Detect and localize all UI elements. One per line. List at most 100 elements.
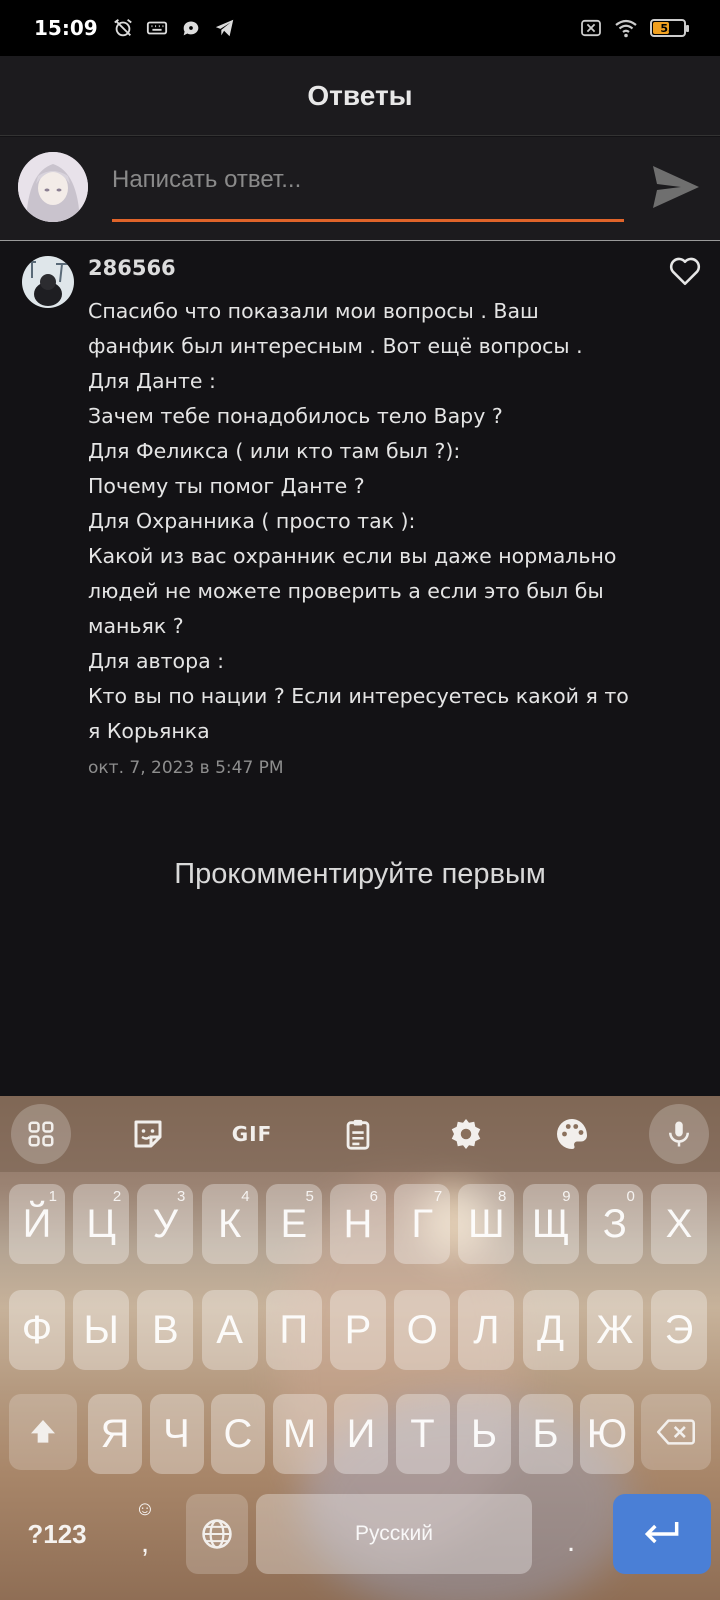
key-label: С xyxy=(223,1411,253,1456)
key-label: Х xyxy=(665,1201,693,1246)
letter-key[interactable]: М xyxy=(272,1394,327,1474)
comment-line: людей не можете проверить а если это был… xyxy=(88,579,604,603)
letter-key[interactable]: Ь xyxy=(457,1394,511,1474)
status-right: 53 xyxy=(580,18,689,38)
key-label: Ц xyxy=(86,1201,116,1246)
input-underline xyxy=(112,219,624,222)
key-label: М xyxy=(282,1411,317,1456)
key-label: У xyxy=(152,1201,179,1246)
comment-line: я Корьянка xyxy=(88,719,210,743)
letter-key[interactable]: Ж xyxy=(586,1290,643,1370)
comment-line: Кто вы по нации ? Если интересуетесь как… xyxy=(88,684,629,708)
key-number-hint: 4 xyxy=(241,1188,250,1205)
letter-key[interactable]: Б xyxy=(518,1394,573,1474)
letter-key[interactable]: И xyxy=(334,1394,388,1474)
symbols-key[interactable]: ?123 xyxy=(10,1494,104,1574)
apps-grid-icon xyxy=(28,1121,54,1147)
gif-button[interactable]: GIF xyxy=(222,1104,282,1164)
alarm-off-icon xyxy=(113,19,132,37)
globe-icon xyxy=(202,1519,232,1549)
letter-key[interactable]: Щ9 xyxy=(522,1184,579,1264)
letter-key[interactable]: П xyxy=(265,1290,322,1370)
key-label: З xyxy=(602,1201,627,1246)
letter-key[interactable]: К4 xyxy=(201,1184,258,1264)
comment-line: Для Феликса ( или кто там был ?): xyxy=(88,439,461,463)
shift-key[interactable] xyxy=(9,1394,77,1470)
enter-icon xyxy=(644,1522,679,1544)
letter-key[interactable]: З0 xyxy=(586,1184,643,1264)
key-number-hint: 6 xyxy=(369,1188,378,1205)
key-label: В xyxy=(152,1307,179,1352)
letter-key[interactable]: В xyxy=(137,1290,194,1370)
letter-key[interactable]: Т xyxy=(395,1394,450,1474)
letter-key[interactable]: Г7 xyxy=(394,1184,451,1264)
letter-key[interactable]: У3 xyxy=(137,1184,194,1264)
letter-key[interactable]: Н6 xyxy=(330,1184,386,1264)
letter-key[interactable]: Я xyxy=(88,1394,142,1474)
settings-icon xyxy=(451,1119,481,1149)
key-label: Р xyxy=(344,1307,372,1352)
letter-key[interactable]: Ч xyxy=(149,1394,204,1474)
letter-key[interactable]: Ш8 xyxy=(458,1184,515,1264)
space-key[interactable]: Русский xyxy=(256,1494,532,1574)
key-label: Ы xyxy=(83,1307,119,1352)
space-key-label: Русский xyxy=(355,1522,433,1545)
comment-author-avatar[interactable] xyxy=(22,256,74,308)
like-button[interactable] xyxy=(668,254,702,288)
clipboard-button[interactable] xyxy=(328,1104,388,1164)
letter-key[interactable]: Ф xyxy=(9,1290,65,1370)
keyboard-icon xyxy=(146,21,167,35)
gif-icon: GIF xyxy=(231,1122,273,1146)
letter-key[interactable]: Ы xyxy=(73,1290,130,1370)
letter-key[interactable]: Х xyxy=(651,1184,707,1264)
apps-grid-button[interactable] xyxy=(11,1104,71,1164)
empty-replies-message: Прокомментируйте первым xyxy=(174,858,546,890)
key-label: П xyxy=(279,1307,309,1352)
backspace-key[interactable] xyxy=(641,1394,711,1470)
voice-input-button[interactable] xyxy=(649,1104,709,1164)
emoji-hint-icon: ☺ xyxy=(134,1498,156,1520)
key-number-hint: 2 xyxy=(112,1188,122,1205)
letter-key[interactable]: Й1 xyxy=(9,1184,65,1264)
comment-author[interactable]: 286566 xyxy=(88,256,176,280)
key-label: Ю xyxy=(586,1411,628,1456)
sim-off-icon xyxy=(581,19,601,37)
key-label: К xyxy=(217,1201,242,1246)
enter-key[interactable] xyxy=(613,1494,711,1574)
theme-button[interactable] xyxy=(542,1104,602,1164)
language-key[interactable] xyxy=(186,1494,248,1574)
key-label: Щ xyxy=(531,1201,570,1246)
comment-line: Для Данте : xyxy=(88,369,216,393)
backspace-icon xyxy=(657,1419,695,1445)
key-label: Й xyxy=(22,1201,52,1246)
comment-line: маньяк ? xyxy=(88,614,184,638)
user-avatar xyxy=(18,152,88,222)
letter-key[interactable]: Л xyxy=(458,1290,515,1370)
letter-key[interactable]: Е5 xyxy=(265,1184,322,1264)
key-label: Б xyxy=(532,1411,559,1456)
sticker-button[interactable] xyxy=(118,1104,178,1164)
wifi-icon xyxy=(615,19,637,38)
comma-key[interactable]: ☺ , xyxy=(112,1494,178,1574)
reply-input[interactable] xyxy=(112,157,624,203)
comment-line: Для Охранника ( просто так ): xyxy=(88,509,416,533)
status-bar: 15:09 53 xyxy=(0,0,720,56)
key-label: Ф xyxy=(21,1307,53,1352)
key-number-hint: 5 xyxy=(305,1188,314,1205)
letter-key[interactable]: Д xyxy=(522,1290,579,1370)
settings-button[interactable] xyxy=(436,1104,496,1164)
key-label: Е xyxy=(280,1201,308,1246)
key-label: Я xyxy=(100,1411,130,1456)
letter-key[interactable]: Р xyxy=(330,1290,386,1370)
key-number-hint: 8 xyxy=(498,1188,507,1205)
letter-key[interactable]: Ю xyxy=(580,1394,634,1474)
letter-key[interactable]: Э xyxy=(651,1290,707,1370)
period-key[interactable]: . xyxy=(540,1494,602,1574)
telegram-icon xyxy=(215,19,233,37)
letter-key[interactable]: С xyxy=(211,1394,265,1474)
key-label: Н xyxy=(343,1201,373,1246)
send-button[interactable] xyxy=(648,159,704,215)
letter-key[interactable]: О xyxy=(394,1290,451,1370)
letter-key[interactable]: Ц2 xyxy=(73,1184,130,1264)
letter-key[interactable]: А xyxy=(201,1290,258,1370)
